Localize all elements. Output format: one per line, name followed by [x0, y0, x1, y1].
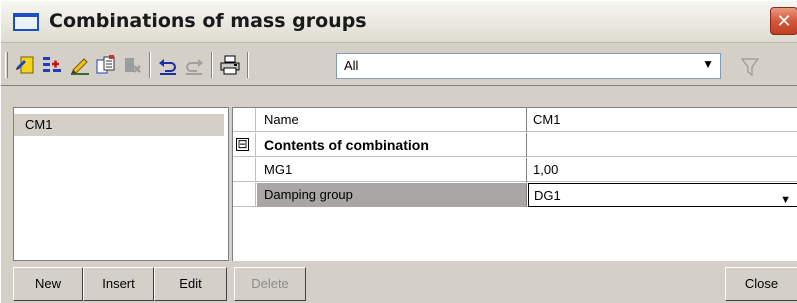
dialog-window: Combinations of mass groups ✕ All ▼ CM1 …	[0, 0, 797, 303]
chevron-down-icon[interactable]: ▼	[702, 57, 714, 71]
list-item[interactable]: CM1	[14, 114, 224, 136]
chevron-down-icon[interactable]: ▼	[780, 188, 791, 212]
title-bar: Combinations of mass groups ✕	[1, 1, 797, 43]
close-window-button[interactable]: ✕	[770, 7, 797, 35]
property-key: Name	[257, 108, 527, 132]
toolbar-grip[interactable]	[5, 52, 8, 78]
window-title: Combinations of mass groups	[49, 10, 367, 32]
property-grid: Name CM1 ⊟ Contents of combination MG1 1…	[233, 107, 797, 261]
row-gutter	[233, 108, 256, 132]
delete-button[interactable]: Delete	[234, 267, 306, 301]
edit-pencil-icon[interactable]	[69, 54, 91, 76]
window-icon	[13, 13, 39, 31]
damping-group-value: DG1	[534, 188, 561, 203]
copy-icon[interactable]	[95, 54, 117, 76]
filter-icon[interactable]	[741, 57, 759, 77]
property-row: Name CM1	[233, 108, 797, 132]
property-value-mg1[interactable]: 1,00	[528, 158, 797, 182]
close-button[interactable]: Close	[725, 267, 797, 301]
row-gutter	[233, 183, 256, 207]
property-value-name[interactable]: CM1	[528, 108, 797, 132]
redo-icon[interactable]	[183, 54, 205, 76]
toolbar-separator	[247, 52, 249, 78]
damping-group-dropdown[interactable]: DG1 ▼	[528, 183, 797, 207]
collapse-icon[interactable]: ⊟	[236, 138, 249, 151]
new-item-icon[interactable]	[14, 54, 36, 76]
row-gutter	[233, 158, 256, 182]
property-key: MG1	[257, 158, 527, 182]
filter-dropdown[interactable]: All ▼	[336, 53, 721, 79]
filter-value: All	[344, 58, 359, 73]
property-key: Damping group	[257, 183, 527, 207]
property-group-row: ⊟ Contents of combination	[233, 133, 797, 157]
toolbar-separator	[211, 52, 213, 78]
property-row: MG1 1,00	[233, 158, 797, 182]
property-group-label: Contents of combination	[257, 133, 527, 157]
toolbar-separator	[149, 52, 151, 78]
print-icon[interactable]	[219, 54, 241, 76]
property-value	[528, 133, 797, 157]
undo-icon[interactable]	[157, 54, 179, 76]
property-row-selected: Damping group DG1 ▼	[233, 183, 797, 207]
edit-button[interactable]: Edit	[154, 267, 227, 301]
row-gutter: ⊟	[233, 133, 256, 157]
new-button[interactable]: New	[13, 267, 83, 301]
combination-list: CM1	[13, 107, 229, 261]
insert-icon[interactable]	[41, 54, 63, 76]
toolbar: All ▼	[1, 44, 797, 86]
insert-button[interactable]: Insert	[83, 267, 154, 301]
clear-icon[interactable]	[121, 54, 143, 76]
